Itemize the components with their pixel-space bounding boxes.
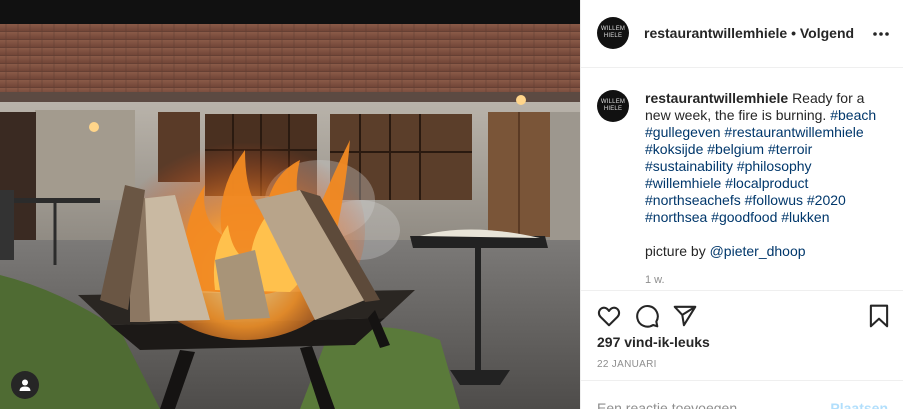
hashtag[interactable]: #localproduct — [725, 175, 808, 191]
hashtag[interactable]: #northseachefs — [645, 192, 741, 208]
post-age[interactable]: 1 w. — [645, 274, 665, 286]
header-user-line: restaurantwillemhiele • Volgend — [644, 25, 854, 41]
like-button[interactable] — [596, 303, 622, 329]
post-side-panel: WILLEM HIELE restaurantwillemhiele • Vol… — [580, 0, 903, 409]
post-date: 22 JANUARI — [597, 359, 657, 370]
post-header: WILLEM HIELE restaurantwillemhiele • Vol… — [581, 0, 903, 68]
post-comment-button[interactable]: Plaatsen — [830, 400, 888, 409]
hashtag[interactable]: #philosophy — [737, 158, 812, 174]
share-button[interactable] — [672, 303, 698, 329]
hashtag[interactable]: #terroir — [768, 141, 812, 157]
user-icon — [19, 379, 31, 391]
hashtag[interactable]: #goodfood — [711, 209, 777, 225]
bookmark-icon — [869, 304, 889, 328]
more-horizontal-icon — [873, 32, 889, 36]
hashtag[interactable]: #northsea — [645, 209, 707, 225]
credit-prefix: picture by — [645, 243, 706, 259]
photo-scene — [0, 0, 580, 409]
hashtag[interactable]: #2020 — [807, 192, 846, 208]
header-separator: • — [791, 25, 796, 41]
caption-text: restaurantwillemhiele Ready for a new we… — [645, 90, 885, 260]
credit-mention[interactable]: @pieter_dhoop — [710, 243, 806, 259]
hashtag[interactable]: #lukken — [781, 209, 829, 225]
comment-icon — [636, 305, 659, 328]
comment-button[interactable] — [634, 303, 660, 329]
hashtag[interactable]: #restaurantwillemhiele — [724, 124, 863, 140]
header-username[interactable]: restaurantwillemhiele — [644, 25, 787, 41]
photo-credit: picture by @pieter_dhoop — [645, 243, 885, 260]
photo-top-band — [0, 0, 580, 24]
hashtag[interactable]: #sustainability — [645, 158, 733, 174]
user-tag-button[interactable] — [11, 371, 39, 399]
hashtag[interactable]: #willemhiele — [645, 175, 721, 191]
caption-section: WILLEM HIELE restaurantwillemhiele Ready… — [581, 69, 903, 290]
caption-username[interactable]: restaurantwillemhiele — [645, 90, 788, 106]
more-options-button[interactable] — [871, 24, 891, 44]
hashtag[interactable]: #followus — [745, 192, 803, 208]
send-icon — [673, 305, 697, 327]
save-button[interactable] — [866, 303, 892, 329]
likes-count[interactable]: 297 vind-ik-leuks — [597, 334, 710, 350]
action-bar — [581, 290, 903, 340]
heart-icon — [597, 306, 621, 327]
caption-avatar-logo-text: WILLEM HIELE — [600, 99, 626, 112]
follow-button[interactable]: Volgend — [800, 25, 854, 41]
hashtag[interactable]: #belgium — [707, 141, 764, 157]
avatar[interactable]: WILLEM HIELE — [597, 17, 629, 49]
comment-input[interactable] — [597, 400, 827, 409]
caption-avatar[interactable]: WILLEM HIELE — [597, 90, 629, 122]
hashtag[interactable]: #beach — [830, 107, 876, 123]
post-photo[interactable] — [0, 0, 580, 409]
hashtag[interactable]: #gullegeven — [645, 124, 721, 140]
hashtag[interactable]: #koksijde — [645, 141, 703, 157]
comment-bar: Plaatsen — [581, 380, 903, 409]
avatar-logo-text: WILLEM HIELE — [600, 26, 626, 39]
